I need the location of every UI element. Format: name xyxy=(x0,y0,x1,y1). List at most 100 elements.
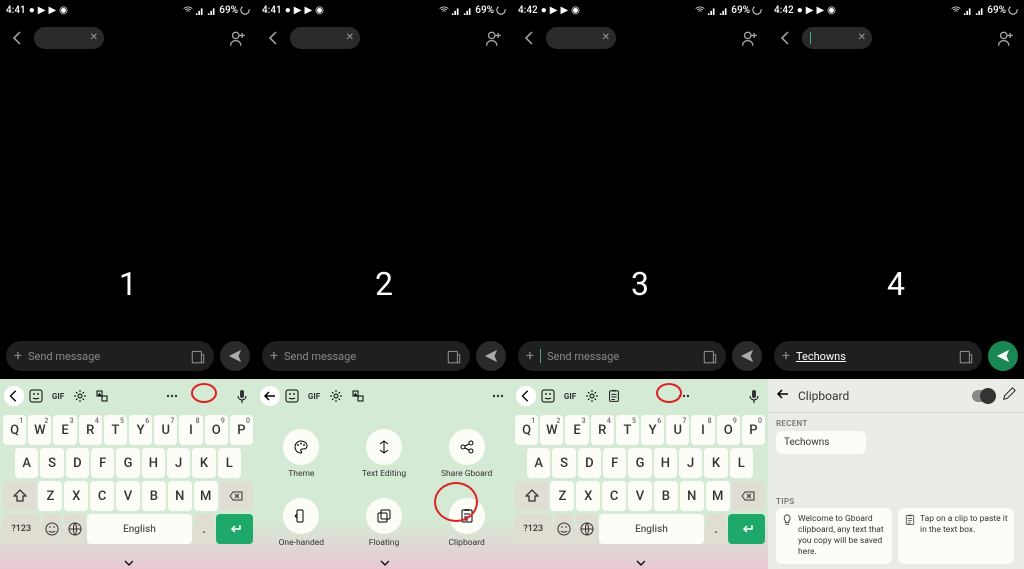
key-G[interactable]: G xyxy=(628,448,651,478)
key-P[interactable]: P0 xyxy=(742,415,765,445)
key-V[interactable]: V xyxy=(116,481,140,511)
key-K[interactable]: K xyxy=(192,448,215,478)
key-W[interactable]: W2 xyxy=(28,415,51,445)
settings-icon[interactable] xyxy=(326,386,346,406)
key-I[interactable]: I8 xyxy=(179,415,202,445)
clipboard-icon[interactable] xyxy=(604,386,624,406)
key-R[interactable]: R4 xyxy=(591,415,614,445)
translate-icon[interactable] xyxy=(348,386,368,406)
globe-key[interactable] xyxy=(64,514,85,544)
more-button[interactable] xyxy=(488,386,508,406)
menu-item-palette[interactable]: Theme xyxy=(262,421,341,486)
sticker-button[interactable] xyxy=(958,348,974,364)
message-input[interactable]: + Send message xyxy=(6,341,214,371)
message-input[interactable]: + Techowns xyxy=(774,341,982,371)
message-input[interactable]: + Send message xyxy=(518,341,726,371)
key-N[interactable]: N xyxy=(680,481,704,511)
back-button[interactable] xyxy=(10,30,26,46)
key-C[interactable]: C xyxy=(602,481,626,511)
key-O[interactable]: O9 xyxy=(205,415,228,445)
clear-icon[interactable]: ✕ xyxy=(602,33,610,43)
gif-button[interactable]: GIF xyxy=(48,386,68,406)
collapse-icon[interactable] xyxy=(379,557,389,567)
key-M[interactable]: M xyxy=(706,481,730,511)
enter-key[interactable] xyxy=(216,514,253,544)
menu-item-textedit[interactable]: Text Editing xyxy=(345,421,424,486)
send-button[interactable] xyxy=(988,341,1018,371)
key-S[interactable]: S xyxy=(552,448,575,478)
gif-button[interactable]: GIF xyxy=(560,386,580,406)
key-X[interactable]: X xyxy=(64,481,88,511)
search-field[interactable]: ✕ xyxy=(802,27,872,49)
tip-card[interactable]: Welcome to Gboard clipboard, any text th… xyxy=(776,508,892,564)
menu-item-share[interactable]: Share Gboard xyxy=(427,421,506,486)
key-U[interactable]: U7 xyxy=(666,415,689,445)
key-T[interactable]: T5 xyxy=(104,415,127,445)
send-button[interactable] xyxy=(220,341,250,371)
sticker-icon[interactable] xyxy=(282,386,302,406)
settings-icon[interactable] xyxy=(70,386,90,406)
key-U[interactable]: U7 xyxy=(154,415,177,445)
shift-key[interactable] xyxy=(3,481,36,511)
key-L[interactable]: L xyxy=(730,448,753,478)
space-key[interactable]: English xyxy=(87,514,191,544)
attach-button[interactable]: + xyxy=(14,348,22,364)
translate-icon[interactable] xyxy=(92,386,112,406)
key-O[interactable]: O9 xyxy=(717,415,740,445)
add-contact-button[interactable] xyxy=(740,29,758,47)
more-button[interactable] xyxy=(162,386,182,406)
symbols-key[interactable]: ?123 xyxy=(3,514,40,544)
key-W[interactable]: W2 xyxy=(540,415,563,445)
backspace-key[interactable] xyxy=(220,481,253,511)
sticker-icon[interactable] xyxy=(538,386,558,406)
clear-icon[interactable]: ✕ xyxy=(858,33,866,43)
key-K[interactable]: K xyxy=(704,448,727,478)
enter-key[interactable] xyxy=(728,514,765,544)
edit-button[interactable] xyxy=(1002,386,1016,405)
mic-button[interactable] xyxy=(232,386,252,406)
emoji-key[interactable] xyxy=(554,514,575,544)
key-B[interactable]: B xyxy=(142,481,166,511)
key-E[interactable]: E3 xyxy=(565,415,588,445)
key-H[interactable]: H xyxy=(142,448,165,478)
key-A[interactable]: A xyxy=(527,448,550,478)
send-button[interactable] xyxy=(476,341,506,371)
globe-key[interactable] xyxy=(576,514,597,544)
emoji-key[interactable] xyxy=(42,514,63,544)
back-arrow-button[interactable] xyxy=(260,386,280,406)
send-button[interactable] xyxy=(732,341,762,371)
chevron-button[interactable] xyxy=(4,386,24,406)
settings-icon[interactable] xyxy=(582,386,602,406)
key-D[interactable]: D xyxy=(66,448,89,478)
collapse-icon[interactable] xyxy=(123,557,133,567)
add-contact-button[interactable] xyxy=(996,29,1014,47)
back-arrow-button[interactable] xyxy=(776,386,790,405)
period-key[interactable]: . xyxy=(194,514,215,544)
key-X[interactable]: X xyxy=(576,481,600,511)
key-J[interactable]: J xyxy=(679,448,702,478)
symbols-key[interactable]: ?123 xyxy=(515,514,552,544)
key-N[interactable]: N xyxy=(168,481,192,511)
search-field[interactable]: ✕ xyxy=(34,27,104,49)
search-field[interactable]: ✕ xyxy=(290,27,360,49)
gif-button[interactable]: GIF xyxy=(304,386,324,406)
key-G[interactable]: G xyxy=(116,448,139,478)
clipboard-toggle[interactable] xyxy=(972,390,994,402)
back-button[interactable] xyxy=(778,30,794,46)
collapse-icon[interactable] xyxy=(635,557,645,567)
key-F[interactable]: F xyxy=(603,448,626,478)
key-H[interactable]: H xyxy=(654,448,677,478)
clear-icon[interactable]: ✕ xyxy=(90,33,98,43)
mic-button[interactable] xyxy=(744,386,764,406)
back-button[interactable] xyxy=(266,30,282,46)
menu-item-clipboard[interactable]: Clipboard xyxy=(427,490,506,555)
menu-item-floating[interactable]: Floating xyxy=(345,490,424,555)
tip-card[interactable]: Tap on a clip to paste it in the text bo… xyxy=(898,508,1014,564)
key-D[interactable]: D xyxy=(578,448,601,478)
clear-icon[interactable]: ✕ xyxy=(346,33,354,43)
key-I[interactable]: I8 xyxy=(691,415,714,445)
key-Y[interactable]: Y6 xyxy=(129,415,152,445)
key-B[interactable]: B xyxy=(654,481,678,511)
key-C[interactable]: C xyxy=(90,481,114,511)
space-key[interactable]: English xyxy=(599,514,703,544)
